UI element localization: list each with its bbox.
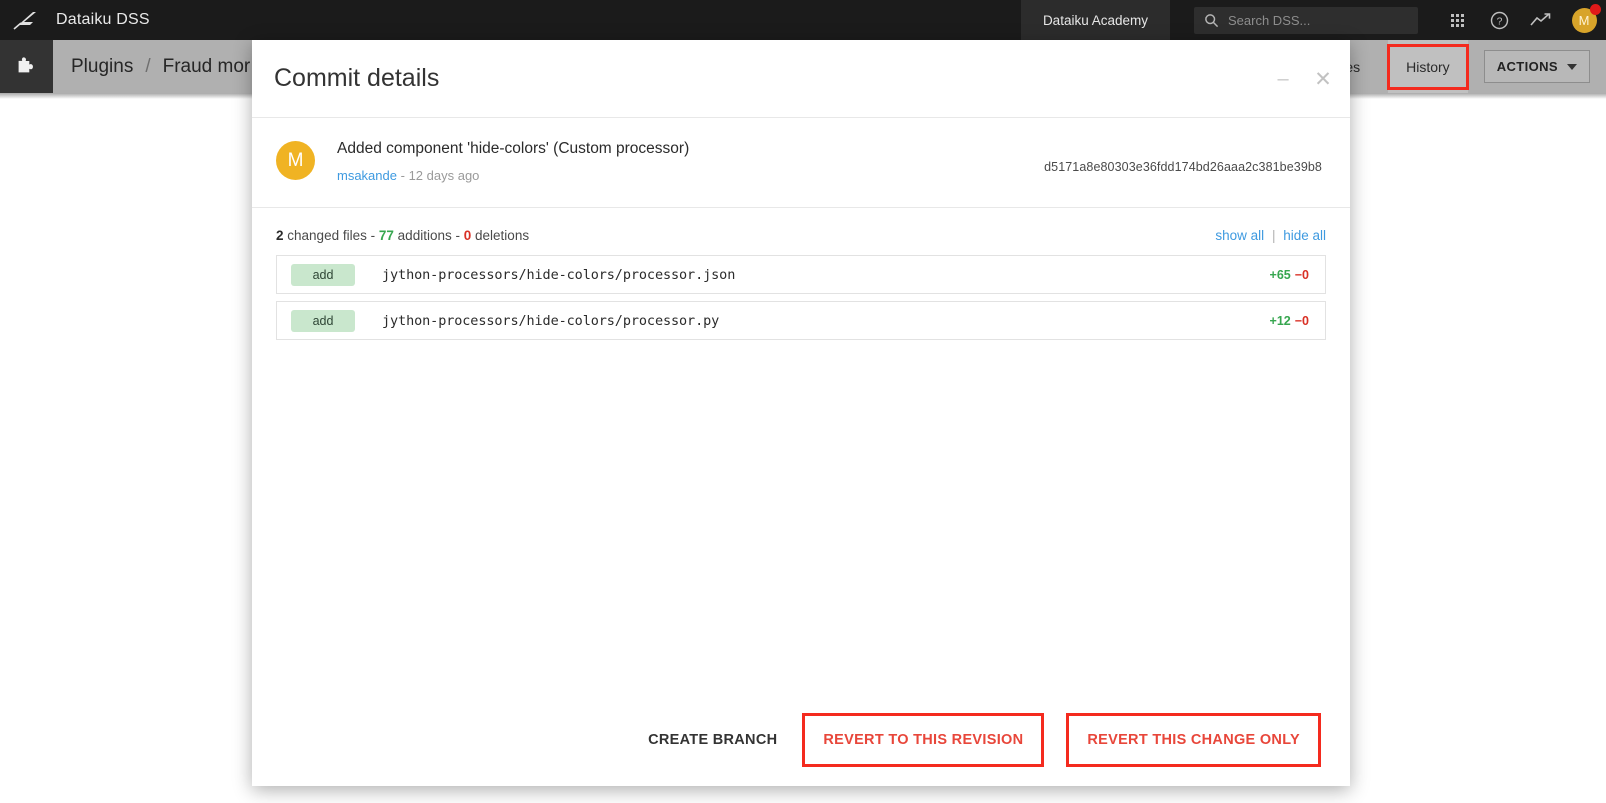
top-navigation-bar: Dataiku DSS Dataiku Academy ? [0,0,1606,40]
app-root: Dataiku DSS Dataiku Academy ? [0,0,1606,803]
revert-to-this-revision-button[interactable]: REVERT TO THIS REVISION [809,720,1037,760]
apps-grid-icon[interactable] [1436,0,1478,40]
actions-label: ACTIONS [1496,59,1558,74]
actions-button[interactable]: ACTIONS [1483,50,1590,83]
additions-count: 77 [378,228,394,243]
commit-time: 12 days ago [408,168,480,183]
file-deletions: −0 [1294,267,1309,282]
commit-text-group: Added component 'hide-colors' (Custom pr… [337,140,689,183]
close-icon[interactable]: ✕ [1312,68,1334,90]
revert-change-highlight: REVERT THIS CHANGE ONLY [1066,713,1321,767]
show-hide-separator: | [1271,228,1276,243]
top-icon-group: ? M [1436,0,1606,40]
chevron-down-icon [1567,63,1577,70]
search-box[interactable] [1194,6,1418,34]
table-row[interactable]: add jython-processors/hide-colors/proces… [276,301,1326,340]
file-diff-stats: +65 −0 [1270,268,1309,282]
breadcrumb-separator: / [145,55,151,77]
show-hide-controls: show all | hide all [1215,228,1326,243]
file-deletions: −0 [1294,313,1309,328]
summary-dash-1: - [370,228,376,243]
revert-revision-highlight: REVERT TO THIS REVISION [802,713,1045,767]
summary-dash-2: - [455,228,460,243]
commit-author-avatar: M [276,141,315,180]
breadcrumb-root[interactable]: Plugins [71,56,133,78]
commit-author-link[interactable]: msakande [337,168,397,183]
file-additions: +12 [1269,313,1291,328]
file-additions: +65 [1269,267,1291,282]
file-diff-stats: +12 −0 [1270,314,1309,328]
create-branch-button[interactable]: CREATE BRANCH [634,720,791,760]
search-icon [1204,13,1219,28]
commit-summary: M Added component 'hide-colors' (Custom … [252,118,1350,208]
breadcrumb: Plugins / Fraud mor [71,56,250,78]
status-badge: add [291,263,355,286]
additions-label: additions [397,228,452,243]
hide-all-link[interactable]: hide all [1283,228,1326,243]
files-label: changed files [287,228,367,243]
help-circle-icon[interactable]: ? [1478,0,1520,40]
brand-title: Dataiku DSS [56,11,150,28]
revert-this-change-only-button[interactable]: REVERT THIS CHANGE ONLY [1073,720,1314,760]
modal-window-controls: – ✕ [1272,68,1334,90]
files-count: 2 [276,228,284,243]
status-badge: add [291,309,355,332]
file-path: jython-processors/hide-colors/processor.… [382,312,720,329]
commit-meta: msakande - 12 days ago [337,168,689,183]
trending-up-icon[interactable] [1520,0,1562,40]
tab-history-highlight: History [1387,40,1469,93]
modal-header: Commit details – ✕ [252,40,1350,118]
files-summary: 2 changed files - 77 additions - 0 delet… [276,228,1326,243]
puzzle-piece-icon[interactable] [0,40,53,93]
breadcrumb-current[interactable]: Fraud mor [163,56,251,78]
changed-files-section: 2 changed files - 77 additions - 0 delet… [252,208,1350,340]
commit-hash: d5171a8e80303e36fdd174bd26aaa2c381be39b8 [1044,160,1322,174]
deletions-count: 0 [463,228,472,243]
search-input[interactable] [1228,12,1388,28]
deletions-label: deletions [475,228,530,243]
svg-text:?: ? [1496,16,1502,27]
commit-meta-separator: - [400,168,405,183]
modal-footer: CREATE BRANCH REVERT TO THIS REVISION RE… [252,694,1350,786]
commit-message: Added component 'hide-colors' (Custom pr… [337,140,690,157]
file-path: jython-processors/hide-colors/processor.… [382,266,736,283]
dataiku-bird-logo-icon[interactable] [0,0,52,40]
show-all-link[interactable]: show all [1215,228,1264,243]
page-title: Commit details [274,64,440,92]
minimize-icon[interactable]: – [1272,68,1294,90]
user-avatar-button[interactable]: M [1562,0,1606,40]
tab-history[interactable]: History [1388,40,1468,93]
commit-details-modal: Commit details – ✕ M Added component 'hi… [252,40,1350,786]
notification-dot [1590,4,1601,15]
dataiku-academy-button[interactable]: Dataiku Academy [1020,0,1170,40]
table-row[interactable]: add jython-processors/hide-colors/proces… [276,255,1326,294]
files-summary-text: 2 changed files - 77 additions - 0 delet… [276,228,529,243]
